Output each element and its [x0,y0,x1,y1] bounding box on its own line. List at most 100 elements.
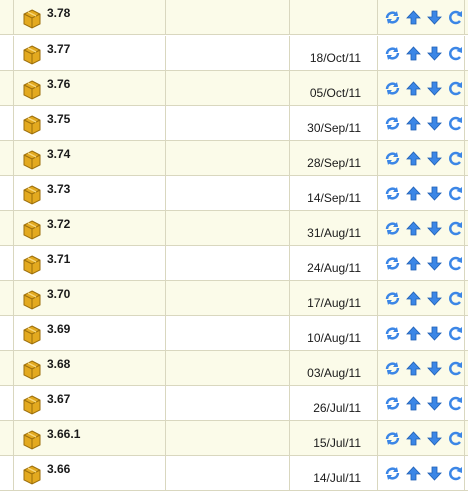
reload-icon[interactable] [447,325,464,342]
actions-cell [378,456,465,491]
arrow-down-icon[interactable] [426,9,443,26]
package-icon [23,325,41,345]
arrow-down-icon[interactable] [426,290,443,307]
arrow-up-icon[interactable] [405,150,422,167]
release-date: 24/Aug/11 [307,261,361,275]
version-label[interactable]: 3.78 [47,6,70,20]
refresh-icon[interactable] [384,255,401,272]
row-actions [384,360,464,377]
arrow-up-icon[interactable] [405,220,422,237]
reload-icon[interactable] [447,360,464,377]
date-cell: 18/Oct/11 [290,36,378,71]
reload-icon[interactable] [447,185,464,202]
refresh-icon[interactable] [384,290,401,307]
table-row: 3.75 30/Sep/11 [0,106,468,141]
reload-icon[interactable] [447,9,464,26]
arrow-down-icon[interactable] [426,395,443,412]
arrow-up-icon[interactable] [405,465,422,482]
release-date: 28/Sep/11 [307,156,361,170]
refresh-icon[interactable] [384,395,401,412]
arrow-up-icon[interactable] [405,360,422,377]
version-label[interactable]: 3.68 [47,357,70,371]
arrow-down-icon[interactable] [426,220,443,237]
refresh-icon[interactable] [384,9,401,26]
date-cell: 05/Oct/11 [290,71,378,106]
reload-icon[interactable] [447,430,464,447]
arrow-up-icon[interactable] [405,45,422,62]
version-label[interactable]: 3.67 [47,392,70,406]
arrow-down-icon[interactable] [426,185,443,202]
arrow-up-icon[interactable] [405,185,422,202]
refresh-icon[interactable] [384,185,401,202]
refresh-icon[interactable] [384,150,401,167]
version-label[interactable]: 3.69 [47,322,70,336]
release-date: 14/Jul/11 [313,471,361,485]
reload-icon[interactable] [447,80,464,97]
arrow-up-icon[interactable] [405,430,422,447]
empty-cell [166,71,290,106]
row-actions [384,115,464,132]
package-icon [23,465,41,485]
arrow-down-icon[interactable] [426,80,443,97]
date-cell: 03/Aug/11 [290,351,378,386]
reload-icon[interactable] [447,115,464,132]
arrow-down-icon[interactable] [426,255,443,272]
version-label[interactable]: 3.77 [47,42,70,56]
version-label[interactable]: 3.72 [47,217,70,231]
arrow-up-icon[interactable] [405,255,422,272]
reload-icon[interactable] [447,395,464,412]
refresh-icon[interactable] [384,430,401,447]
refresh-icon[interactable] [384,325,401,342]
arrow-down-icon[interactable] [426,430,443,447]
reload-icon[interactable] [447,150,464,167]
version-label[interactable]: 3.74 [47,147,70,161]
version-label[interactable]: 3.71 [47,252,70,266]
refresh-icon[interactable] [384,45,401,62]
arrow-down-icon[interactable] [426,325,443,342]
empty-cell [166,246,290,281]
arrow-up-icon[interactable] [405,9,422,26]
arrow-down-icon[interactable] [426,360,443,377]
row-actions [384,325,464,342]
arrow-up-icon[interactable] [405,80,422,97]
version-label[interactable]: 3.70 [47,287,70,301]
arrow-up-icon[interactable] [405,115,422,132]
refresh-icon[interactable] [384,360,401,377]
refresh-icon[interactable] [384,80,401,97]
empty-cell [166,141,290,176]
reload-icon[interactable] [447,465,464,482]
empty-cell [166,316,290,351]
version-label[interactable]: 3.73 [47,182,70,196]
version-label[interactable]: 3.66.1 [47,427,80,441]
actions-cell [378,71,465,106]
version-cell: 3.76 [13,71,166,106]
package-icon [23,360,41,380]
refresh-icon[interactable] [384,465,401,482]
release-date: 14/Sep/11 [307,191,361,205]
empty-cell [166,0,290,35]
reload-icon[interactable] [447,290,464,307]
release-date: 31/Aug/11 [307,226,361,240]
date-cell: 30/Sep/11 [290,106,378,141]
reload-icon[interactable] [447,45,464,62]
arrow-up-icon[interactable] [405,395,422,412]
arrow-down-icon[interactable] [426,45,443,62]
release-date: 10/Aug/11 [307,331,361,345]
version-label[interactable]: 3.75 [47,112,70,126]
arrow-down-icon[interactable] [426,150,443,167]
reload-icon[interactable] [447,220,464,237]
refresh-icon[interactable] [384,220,401,237]
arrow-up-icon[interactable] [405,325,422,342]
reload-icon[interactable] [447,255,464,272]
arrow-down-icon[interactable] [426,115,443,132]
version-label[interactable]: 3.66 [47,462,70,476]
arrow-up-icon[interactable] [405,290,422,307]
empty-cell [166,421,290,456]
refresh-icon[interactable] [384,115,401,132]
release-date: 05/Oct/11 [309,86,361,100]
arrow-down-icon[interactable] [426,465,443,482]
package-icon [23,255,41,275]
version-label[interactable]: 3.76 [47,77,70,91]
version-cell: 3.70 [13,281,166,316]
release-date: 26/Jul/11 [313,401,361,415]
